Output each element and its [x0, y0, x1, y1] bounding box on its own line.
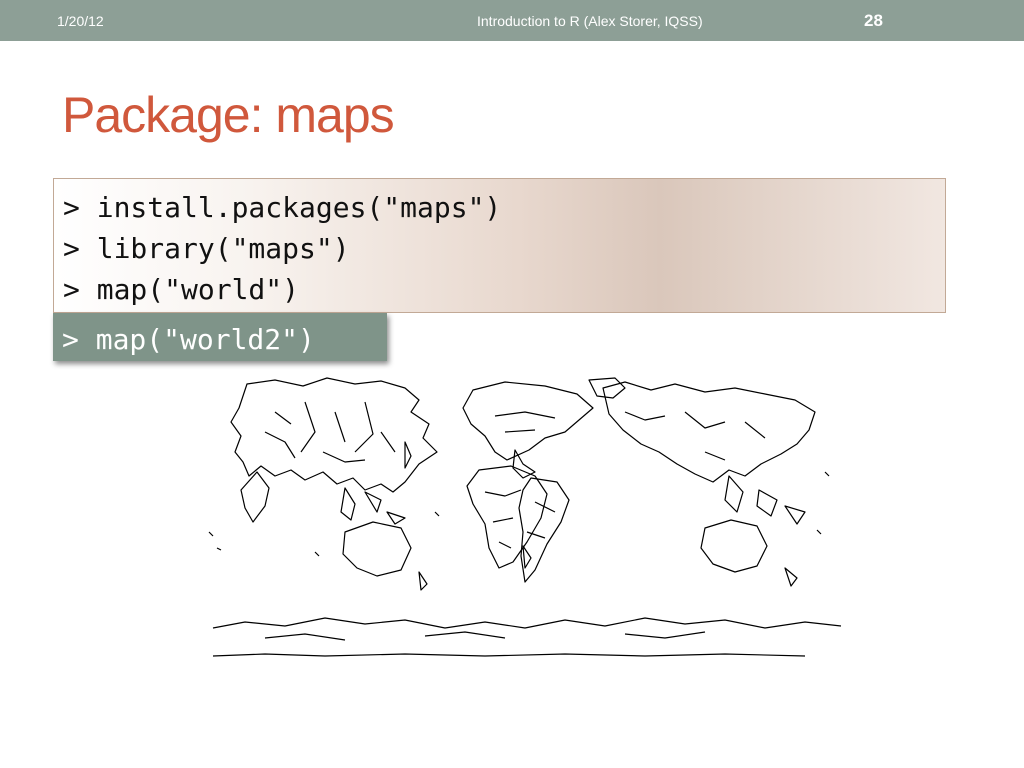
code-line: > install.packages("maps") — [63, 191, 502, 224]
slide-page-number: 28 — [864, 11, 883, 30]
slide-header-bar: 1/20/12 Introduction to R (Alex Storer, … — [0, 0, 1024, 41]
slide-date: 1/20/12 — [57, 13, 104, 29]
slide-title: Package: maps — [62, 87, 395, 143]
code-callout: > map("world2") — [53, 313, 387, 361]
world-map-image — [205, 372, 845, 662]
code-line: > library("maps") — [63, 232, 350, 265]
world-map-icon — [208, 377, 842, 657]
slide-footer-text: Introduction to R (Alex Storer, IQSS) — [477, 13, 703, 29]
code-block: > install.packages("maps") > library("ma… — [53, 178, 946, 313]
code-callout-line: > map("world2") — [62, 323, 315, 356]
code-line: > map("world") — [63, 273, 300, 306]
